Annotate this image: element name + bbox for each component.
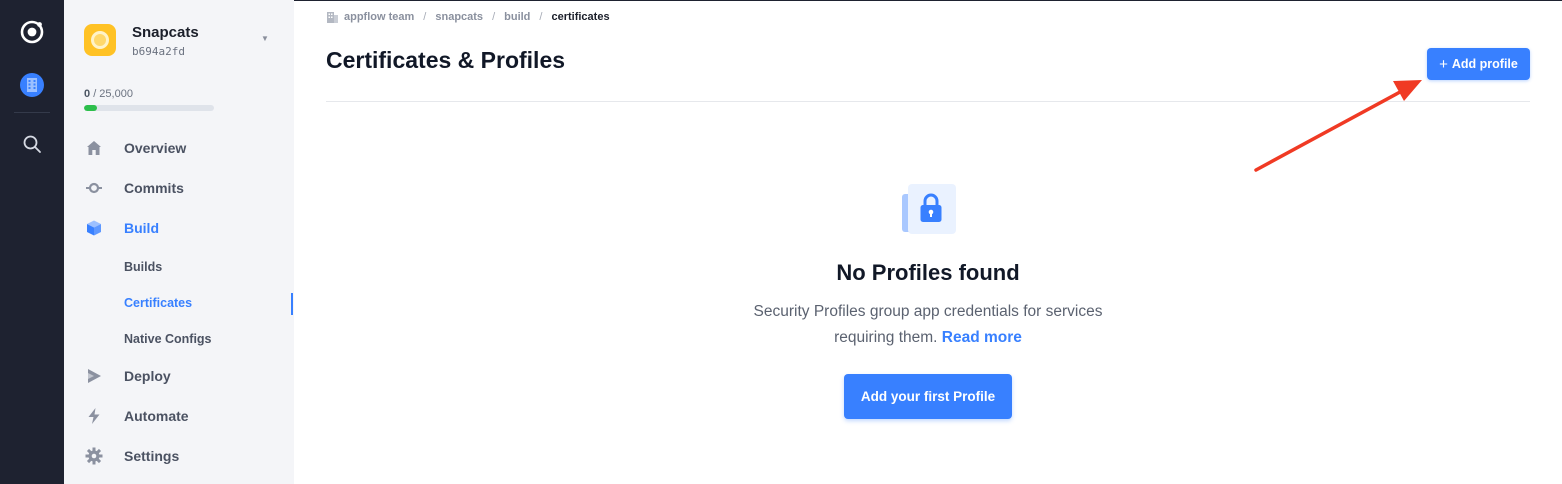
breadcrumb: appflow team / snapcats / build / certif… xyxy=(326,11,610,23)
sidebar-item-label: Commits xyxy=(124,180,184,196)
lock-icon xyxy=(902,184,956,234)
breadcrumb-current: certificates xyxy=(551,11,610,23)
usage-bar-fill xyxy=(84,105,97,111)
sidebar-item-settings[interactable]: Settings xyxy=(84,443,284,469)
active-item-marker xyxy=(291,293,293,315)
sidebar-subitem-certificates[interactable]: Certificates xyxy=(124,292,294,314)
sidebar-item-label: Deploy xyxy=(124,368,171,384)
usage-counter: 0 / 25,000 xyxy=(84,88,133,100)
sidebar-subitem-native-configs[interactable]: Native Configs xyxy=(124,328,294,350)
plus-icon: + xyxy=(1439,55,1448,73)
deploy-icon xyxy=(84,366,104,386)
cube-icon xyxy=(84,218,104,238)
breadcrumb-separator: / xyxy=(539,11,543,23)
sidebar-item-label: Settings xyxy=(124,448,180,464)
read-more-link[interactable]: Read more xyxy=(942,329,1022,346)
sidebar-item-overview[interactable]: Overview xyxy=(84,135,284,161)
usage-total: / 25,000 xyxy=(93,88,133,100)
sidebar-item-label: Automate xyxy=(124,408,189,424)
add-profile-button[interactable]: + Add profile xyxy=(1427,48,1530,80)
usage-used: 0 xyxy=(84,88,91,100)
header-divider xyxy=(326,101,1530,102)
breadcrumb-separator: / xyxy=(492,11,496,23)
app-name: Snapcats xyxy=(132,24,199,41)
main-content: appflow team / snapcats / build / certif… xyxy=(294,0,1562,484)
icon-rail xyxy=(0,0,64,484)
search-icon[interactable] xyxy=(14,126,50,162)
app-logo-icon xyxy=(84,24,116,56)
ionic-logo-icon[interactable] xyxy=(14,14,50,50)
sidebar-item-build[interactable]: Build xyxy=(84,215,284,241)
organization-icon[interactable] xyxy=(14,67,50,103)
page-title: Certificates & Profiles xyxy=(326,47,566,73)
breadcrumb-separator: / xyxy=(423,11,427,23)
app-sidebar: Snapcats b694a2fd ▼ 0 / 25,000 Overview … xyxy=(64,0,294,484)
app-switcher[interactable]: Snapcats b694a2fd ▼ xyxy=(84,22,274,62)
home-icon xyxy=(84,138,104,158)
gear-icon xyxy=(84,446,104,466)
app-id: b694a2fd xyxy=(132,45,185,58)
rail-divider xyxy=(14,112,50,113)
commit-icon xyxy=(84,178,104,198)
empty-desc-line1: Security Profiles group app credentials … xyxy=(753,303,1103,320)
sidebar-item-automate[interactable]: Automate xyxy=(84,403,284,429)
sidebar-subitem-builds[interactable]: Builds xyxy=(124,256,294,278)
breadcrumb-org[interactable]: appflow team xyxy=(344,11,414,23)
add-profile-label: Add profile xyxy=(1451,57,1518,71)
sidebar-item-label: Overview xyxy=(124,140,187,156)
bolt-icon xyxy=(84,406,104,426)
organization-icon xyxy=(327,12,338,23)
sidebar-item-commits[interactable]: Commits xyxy=(84,175,284,201)
usage-bar xyxy=(84,105,214,111)
breadcrumb-section[interactable]: build xyxy=(504,11,530,23)
empty-state-description: Security Profiles group app credentials … xyxy=(728,299,1128,351)
empty-state-title: No Profiles found xyxy=(836,260,1020,285)
breadcrumb-app[interactable]: snapcats xyxy=(435,11,483,23)
sidebar-item-deploy[interactable]: Deploy xyxy=(84,363,284,389)
add-first-profile-button[interactable]: Add your first Profile xyxy=(844,374,1012,419)
sidebar-item-label: Build xyxy=(124,220,159,236)
empty-desc-line2: requiring them. xyxy=(834,329,938,346)
chevron-down-icon: ▼ xyxy=(261,34,269,43)
